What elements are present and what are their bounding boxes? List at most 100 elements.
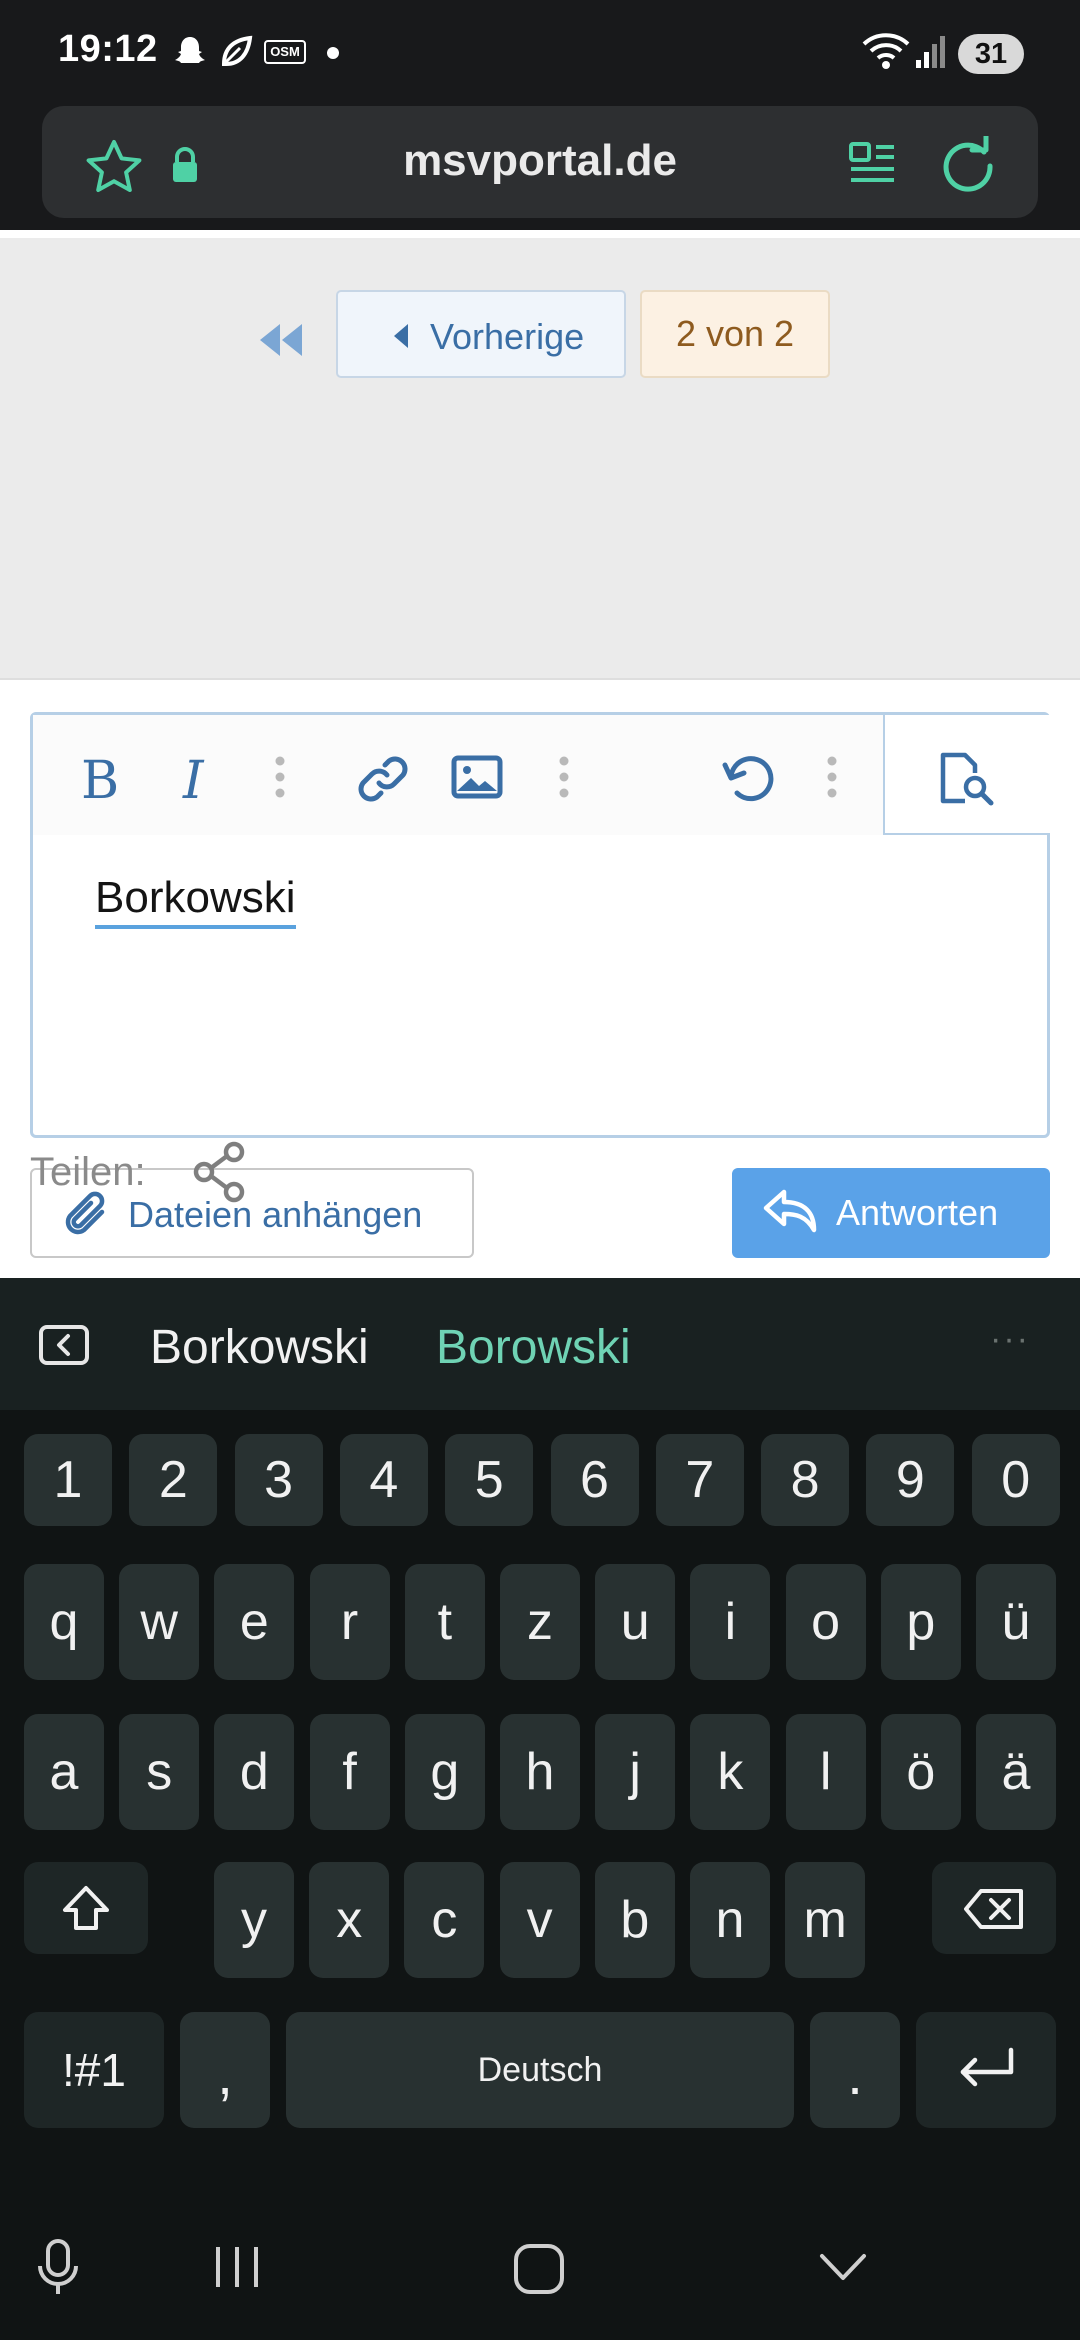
suggestion-bar: Borkowski Borowski ··· [0,1278,1080,1410]
letter-key-u[interactable]: u [595,1564,676,1680]
letter-key-x[interactable]: x [309,1862,390,1978]
letter-key-z[interactable]: z [500,1564,580,1680]
bold-button[interactable]: B [81,751,119,811]
image-icon[interactable] [451,755,503,799]
letter-key-p[interactable]: p [880,1564,961,1680]
signal-icon [916,36,945,68]
enter-key[interactable] [916,2012,1056,2128]
web-page: Vorherige 2 von 2 B I Borkowski Dateien … [0,230,1080,1292]
letter-key-m[interactable]: m [785,1862,866,1978]
space-key[interactable]: Deutsch [286,2012,794,2128]
backspace-icon [964,1889,1023,1929]
first-page-button[interactable] [254,310,308,370]
letter-key-ä[interactable]: ä [976,1714,1056,1830]
preview-icon [940,752,994,806]
number-key-5[interactable]: 5 [445,1434,534,1526]
link-icon[interactable] [355,751,411,807]
reply-label: Antworten [836,1192,999,1233]
number-key-6[interactable]: 6 [550,1434,639,1526]
letter-key-o[interactable]: o [785,1564,866,1680]
number-key-8[interactable]: 8 [761,1434,850,1526]
reader-mode-icon[interactable] [848,140,896,186]
preview-button[interactable] [883,715,1050,835]
letter-key-ö[interactable]: ö [880,1714,961,1830]
reply-icon [763,1189,817,1233]
reply-editor[interactable]: B I Borkowski [30,712,1050,1138]
more-options-icon[interactable] [825,755,839,799]
number-key-9[interactable]: 9 [866,1434,955,1526]
battery-indicator: 31 [958,34,1024,74]
status-bar: 19:12 OSM 31 [0,0,1080,100]
recent-apps-icon[interactable] [212,2244,262,2290]
paperclip-icon [65,1191,105,1235]
editor-toolbar: B I [33,715,883,835]
number-key-4[interactable]: 4 [339,1434,428,1526]
letter-key-v[interactable]: v [499,1862,580,1978]
enter-icon [960,2047,1014,2087]
letter-key-j[interactable]: j [595,1714,676,1830]
letter-key-ü[interactable]: ü [976,1564,1056,1680]
editor-content[interactable]: Borkowski [95,873,296,929]
osm-icon: OSM [264,40,306,64]
soft-keyboard: Borkowski Borowski ··· 1234567890 qwertz… [0,1278,1080,2340]
comma-key[interactable]: , [180,2012,270,2128]
symbols-key[interactable]: !#1 [24,2012,164,2128]
letter-key-a[interactable]: a [24,1714,104,1830]
shift-icon [63,1886,109,1930]
share-icon[interactable] [192,1140,252,1204]
status-time: 19:12 [58,28,158,70]
letter-key-d[interactable]: d [214,1714,295,1830]
more-text-options-icon[interactable] [273,755,287,799]
period-key[interactable]: . [810,2012,900,2128]
divider [0,230,1080,238]
previous-page-button[interactable]: Vorherige [336,290,626,378]
browser-toolbar: msvportal.de [0,100,1080,230]
letter-key-g[interactable]: g [404,1714,485,1830]
suggestion-2[interactable]: Borowski [436,1320,631,1375]
number-key-1[interactable]: 1 [24,1434,112,1526]
hide-keyboard-icon[interactable] [818,2250,868,2284]
number-key-0[interactable]: 0 [971,1434,1060,1526]
backspace-key[interactable] [932,1862,1056,1954]
microphone-icon[interactable] [36,2238,80,2298]
letter-key-h[interactable]: h [500,1714,580,1830]
suggestion-1[interactable]: Borkowski [150,1320,369,1375]
more-suggestions-icon[interactable]: ··· [990,1320,1030,1359]
letter-key-s[interactable]: s [119,1714,200,1830]
letter-key-y[interactable]: y [214,1862,294,1978]
share-label: Teilen: [30,1150,146,1194]
previous-page-label: Vorherige [430,316,585,357]
letter-key-r[interactable]: r [309,1564,390,1680]
wifi-icon [862,33,910,69]
undo-icon[interactable] [721,751,777,807]
number-key-3[interactable]: 3 [234,1434,323,1526]
italic-button[interactable]: I [183,751,204,811]
page-indicator[interactable]: 2 von 2 [640,290,830,378]
attach-files-label: Dateien anhängen [128,1194,423,1235]
home-icon[interactable] [512,2242,566,2296]
reply-button[interactable]: Antworten [732,1168,1050,1258]
address-bar[interactable]: msvportal.de [42,106,1038,218]
letter-key-t[interactable]: t [404,1564,485,1680]
pagination: Vorherige 2 von 2 [0,238,1080,678]
letter-key-i[interactable]: i [690,1564,771,1680]
letter-key-l[interactable]: l [785,1714,866,1830]
more-insert-options-icon[interactable] [557,755,571,799]
leaf-icon [221,35,253,66]
letter-key-k[interactable]: k [690,1714,771,1830]
letter-key-c[interactable]: c [404,1862,485,1978]
caret-left-icon [394,324,408,348]
reload-icon[interactable] [940,136,996,192]
letter-key-w[interactable]: w [119,1564,200,1680]
letter-key-b[interactable]: b [594,1862,675,1978]
letter-key-q[interactable]: q [24,1564,104,1680]
number-key-2[interactable]: 2 [129,1434,218,1526]
keyboard-back-icon[interactable] [38,1324,90,1366]
number-key-7[interactable]: 7 [655,1434,744,1526]
navigation-bar [0,2188,1080,2340]
letter-key-f[interactable]: f [309,1714,390,1830]
shift-key[interactable] [24,1862,148,1954]
letter-key-e[interactable]: e [214,1564,295,1680]
letter-key-n[interactable]: n [690,1862,770,1978]
dot-icon [327,47,339,59]
